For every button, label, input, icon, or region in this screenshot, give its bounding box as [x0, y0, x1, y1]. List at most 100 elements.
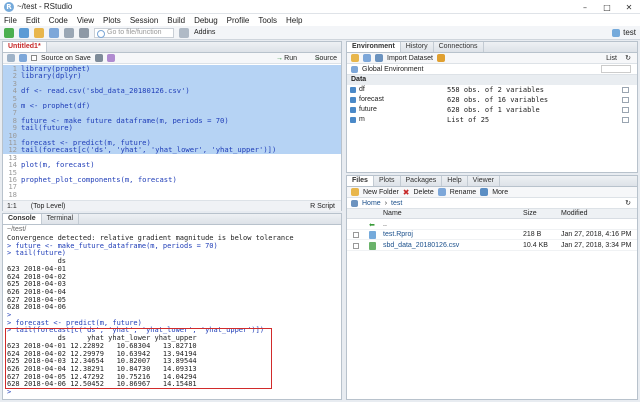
broom-icon[interactable]	[436, 54, 445, 62]
goto-file-input[interactable]: Go to file/function	[94, 27, 174, 38]
rename-button[interactable]: Rename	[450, 189, 476, 196]
menu-item-plots[interactable]: Plots	[103, 16, 121, 25]
code-line[interactable]: 16 prophet_plot_components(m, forecast)	[3, 176, 341, 184]
variable-name: future	[359, 106, 377, 113]
new-folder-button[interactable]: New Folder	[363, 189, 399, 196]
new-project-icon[interactable]	[19, 27, 29, 38]
save-icon[interactable]	[49, 27, 59, 38]
breadcrumb-home[interactable]: Home	[362, 200, 381, 207]
print-icon[interactable]	[79, 27, 89, 38]
open-file-icon[interactable]	[34, 27, 44, 38]
load-workspace-icon[interactable]	[351, 54, 359, 62]
tab-environment[interactable]: Environment	[347, 42, 401, 52]
tab-viewer[interactable]: Viewer	[468, 176, 500, 186]
menu-item-profile[interactable]: Profile	[227, 16, 250, 25]
code-line[interactable]: 2 library(dplyr)	[3, 72, 341, 80]
cursor-position: 1:1	[7, 202, 17, 210]
console-path: ~/test/	[7, 226, 27, 233]
file-row[interactable]: sbd_data_20180126.csv 10.4 KB Jan 27, 2018…	[347, 241, 637, 251]
file-checkbox[interactable]	[353, 242, 359, 249]
tab-terminal[interactable]: Terminal	[42, 214, 80, 224]
file-name[interactable]: sbd_data_20180126.csv	[383, 242, 459, 249]
menu-item-file[interactable]: File	[4, 16, 17, 25]
search-icon[interactable]	[94, 54, 103, 62]
code-line[interactable]: 18	[3, 190, 341, 198]
minimize-icon[interactable]: –	[574, 0, 596, 14]
environment-row[interactable]: future 628 obs. of 1 variable	[347, 105, 637, 114]
tab-files[interactable]: Files	[347, 176, 374, 186]
save-all-icon[interactable]	[64, 27, 74, 38]
environment-row[interactable]: m List of 25	[347, 115, 637, 124]
save-icon[interactable]	[19, 54, 27, 62]
files-breadcrumb: Home › test ↻	[347, 198, 637, 209]
save-workspace-icon[interactable]	[363, 54, 371, 62]
tab-packages[interactable]: Packages	[401, 176, 443, 186]
expand-icon[interactable]	[350, 86, 356, 93]
import-dataset-button[interactable]: Import Dataset	[387, 55, 433, 62]
menu-item-tools[interactable]: Tools	[258, 16, 277, 25]
expand-icon[interactable]	[350, 106, 356, 113]
tab-help[interactable]: Help	[442, 176, 468, 186]
refresh-icon[interactable]: ↻	[625, 199, 631, 207]
environment-row[interactable]: df 558 obs. of 2 variables	[347, 85, 637, 94]
menu-item-edit[interactable]: Edit	[26, 16, 40, 25]
refresh-icon[interactable]: ↻	[625, 54, 631, 62]
expand-icon[interactable]	[350, 96, 356, 103]
maximize-icon[interactable]: □	[596, 0, 618, 14]
breadcrumb-test[interactable]: test	[391, 200, 402, 207]
code-line[interactable]: 12 tail(forecast[c('ds', 'yhat', 'yhat_lo…	[3, 146, 341, 154]
grid-icon[interactable]	[179, 27, 189, 38]
menu-item-code[interactable]: Code	[49, 16, 68, 25]
project-menu[interactable]: test	[612, 28, 636, 37]
tab-connections[interactable]: Connections	[434, 42, 484, 52]
menu-item-session[interactable]: Session	[130, 16, 158, 25]
run-button[interactable]: Run	[284, 55, 297, 62]
back-icon[interactable]	[7, 54, 15, 62]
file-row[interactable]: test.Rproj 218 B Jan 27, 2018, 4:16 PM	[347, 230, 637, 240]
view-mode-select[interactable]: List	[606, 55, 617, 62]
new-file-icon[interactable]	[4, 27, 14, 38]
code-editor[interactable]: 1 library(prophet) 2 library(dplyr) 3 4 df <- …	[3, 65, 341, 198]
source-button[interactable]: Source	[315, 55, 337, 62]
code-line[interactable]: 9 tail(future)	[3, 124, 341, 132]
scope-indicator[interactable]: (Top Level)	[31, 203, 66, 210]
code-line[interactable]: 4 df <- read.csv('sbd_data_20180126.csv')	[3, 87, 341, 95]
menu-item-view[interactable]: View	[77, 16, 94, 25]
code-line[interactable]: 14 plot(m, forecast)	[3, 161, 341, 169]
code-line[interactable]: 6m <- prophet(df)	[3, 102, 341, 109]
addins-menu[interactable]: Addins	[194, 29, 215, 36]
files-header: Name Size Modified	[347, 209, 637, 219]
code-line[interactable]: 17	[3, 183, 341, 191]
close-icon[interactable]: ✕	[618, 0, 640, 14]
tab-history[interactable]: History	[401, 42, 434, 52]
menu-item-help[interactable]: Help	[286, 16, 302, 25]
file-type[interactable]: R Script	[310, 203, 335, 210]
wand-icon[interactable]	[106, 54, 115, 62]
size-column-header[interactable]: Size	[523, 209, 537, 219]
menu-item-debug[interactable]: Debug	[194, 16, 218, 25]
environment-row[interactable]: forecast 628 obs. of 16 variables	[347, 95, 637, 104]
modified-column-header[interactable]: Modified	[561, 209, 587, 219]
tab-console[interactable]: Console	[3, 214, 42, 224]
run-icon[interactable]: →	[276, 55, 283, 62]
file-name[interactable]: test.Rproj	[383, 231, 413, 238]
file-checkbox[interactable]	[353, 231, 359, 238]
editor-toolbar: Source on Save → Run → Source	[3, 53, 341, 64]
environment-search-input[interactable]	[601, 65, 631, 73]
menu-item-build[interactable]: Build	[167, 16, 185, 25]
view-table-icon[interactable]	[622, 96, 629, 103]
source-on-save-checkbox[interactable]	[31, 55, 37, 61]
delete-button[interactable]: Delete	[414, 189, 434, 196]
tab-untitled1[interactable]: Untitled1*	[3, 42, 47, 52]
name-column-header[interactable]: Name	[383, 209, 402, 219]
project-icon	[612, 28, 621, 37]
parent-dir-row[interactable]: ⬅ ..	[347, 220, 637, 230]
view-table-icon[interactable]	[622, 86, 629, 93]
view-table-icon[interactable]	[622, 116, 629, 123]
file-size: 10.4 KB	[523, 242, 548, 249]
more-menu[interactable]: More	[492, 189, 508, 196]
tab-plots[interactable]: Plots	[374, 176, 401, 186]
view-table-icon[interactable]	[622, 106, 629, 113]
scope-select[interactable]: Global Environment	[362, 66, 423, 73]
expand-icon[interactable]	[350, 116, 356, 123]
